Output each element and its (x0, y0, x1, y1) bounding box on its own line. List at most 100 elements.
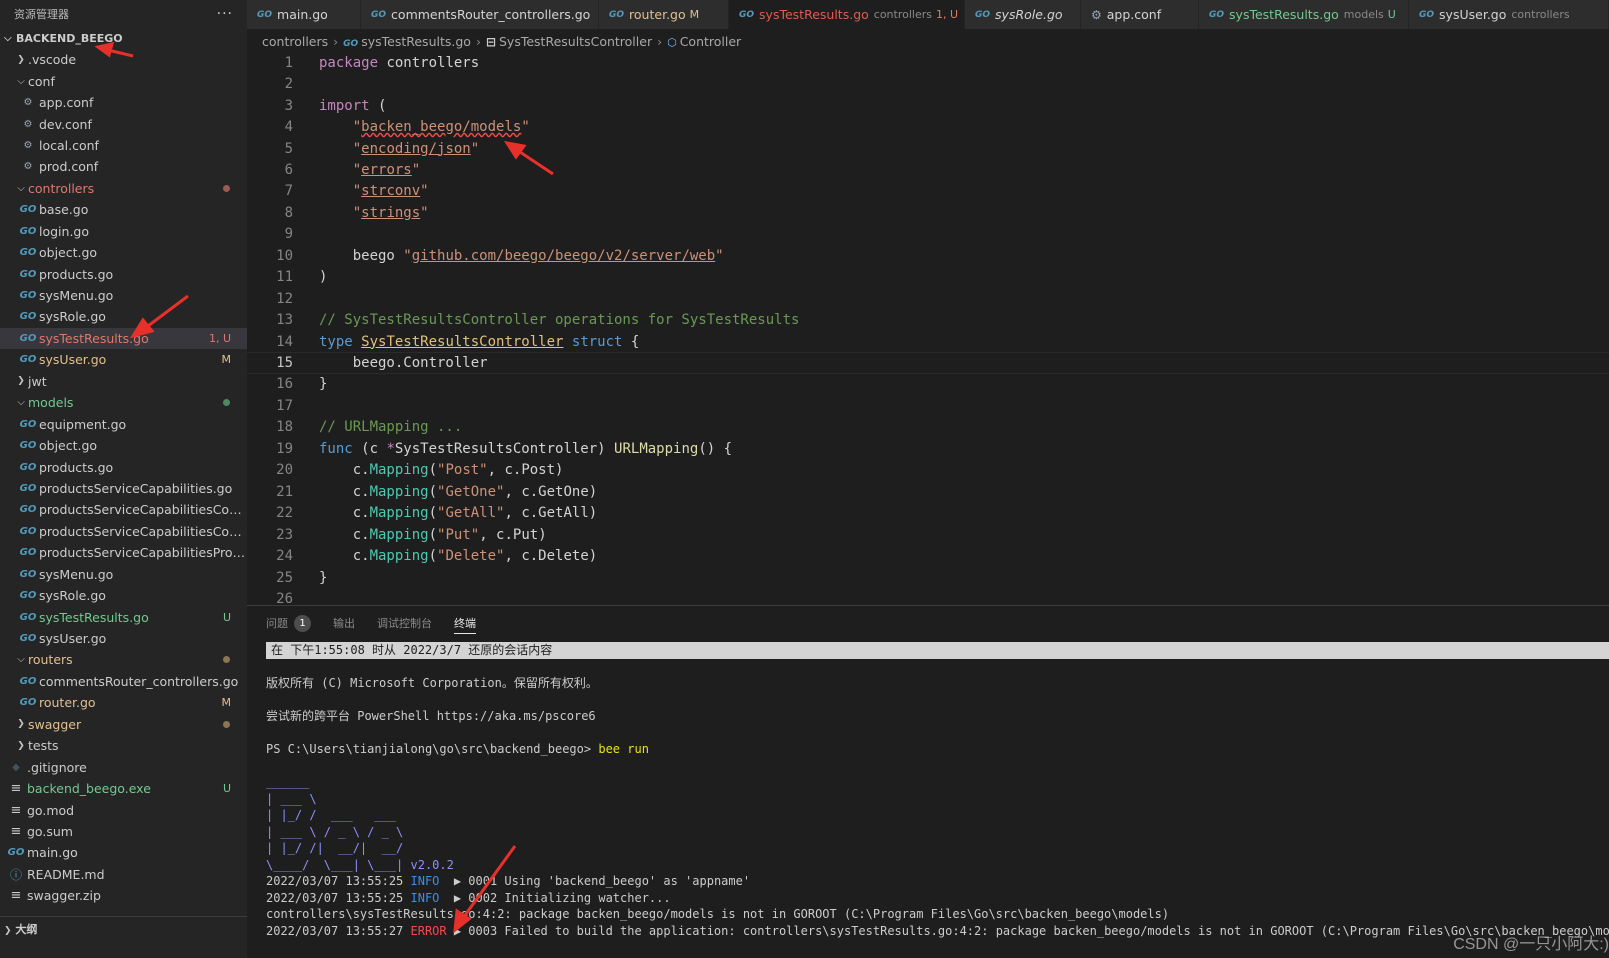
tree-item[interactable]: GO router.go M (0, 692, 247, 713)
panel-tab[interactable]: 终端 (454, 612, 476, 634)
code-line[interactable]: 9 (247, 224, 1609, 245)
chevron-right-icon: › (475, 33, 481, 49)
tree-item[interactable]: GO login.go (0, 221, 247, 242)
breadcrumb-item[interactable]: ⬡ Controller (667, 34, 741, 49)
code-line[interactable]: 20 c.Mapping("Post", c.Post) (247, 460, 1609, 481)
code-line[interactable]: 15 beego.Controller (247, 352, 1609, 374)
code-line[interactable]: 19 func (c *SysTestResultsController) URL… (247, 438, 1609, 459)
tree-item[interactable]: GO base.go (0, 199, 247, 220)
go-icon: GO (19, 290, 37, 302)
tree-item[interactable]: ❯ .vscode (0, 49, 247, 70)
tree-item[interactable]: GO commentsRouter_controllers.go (0, 671, 247, 692)
tree-item[interactable]: ⓘ README.md (0, 864, 247, 885)
terminal-line: | ___ \ (266, 791, 1609, 808)
breadcrumb-item[interactable]: ⊟ SysTestResultsController (486, 34, 652, 49)
tree-item[interactable]: ⚙ app.conf (0, 92, 247, 113)
code-line[interactable]: 6 "errors" (247, 159, 1609, 180)
tree-item[interactable]: ⌵ routers (0, 649, 247, 670)
tree-item[interactable]: ⌵ controllers (0, 178, 247, 199)
tree-item[interactable]: ⚙ prod.conf (0, 156, 247, 177)
tree-item[interactable]: GO sysUser.go (0, 628, 247, 649)
code-line[interactable]: 8 "strings" (247, 202, 1609, 223)
tree-item[interactable]: GO products.go (0, 263, 247, 284)
tree-item-label: sysTestResults.go (39, 609, 149, 625)
tree-item[interactable]: GO sysMenu.go (0, 285, 247, 306)
code-line[interactable]: 26 (247, 588, 1609, 605)
panel-tab[interactable]: 调试控制台 (377, 606, 432, 640)
tree-item[interactable]: GO sysTestResults.go 1, U (0, 327, 247, 350)
code-line[interactable]: 23 c.Mapping("Put", c.Put) (247, 524, 1609, 545)
tree-item[interactable]: GO sysRole.go (0, 585, 247, 606)
tree-item[interactable]: ≡ go.mod (0, 799, 247, 820)
tree-item[interactable]: GO sysMenu.go (0, 564, 247, 585)
tab-label: sysTestResults.go (1229, 7, 1339, 22)
editor-tab[interactable]: GO main.go (247, 0, 361, 29)
breadcrumb-item[interactable]: controllers (262, 34, 328, 49)
line-code: c.Mapping("Delete", c.Delete) (319, 548, 598, 565)
tree-item[interactable]: ❯ jwt (0, 371, 247, 392)
tree-item[interactable]: ⚙ local.conf (0, 135, 247, 156)
tree-item-label: prod.conf (39, 159, 99, 175)
tree-item[interactable]: GO equipment.go (0, 413, 247, 434)
tree-item[interactable]: ❯ tests (0, 735, 247, 756)
code-line[interactable]: 4 "backen_beego/models" (247, 116, 1609, 137)
tree-item[interactable]: GO products.go (0, 456, 247, 477)
code-line[interactable]: 25} (247, 567, 1609, 588)
editor-tab[interactable]: GOsysTestResults.gocontrollers1, U✕ (729, 0, 978, 29)
tree-item[interactable]: ⌵ conf (0, 70, 247, 91)
code-line[interactable]: 18 // URLMapping ... (247, 417, 1609, 438)
tree-item[interactable]: GOproductsServiceCapabilitiesComma... (0, 521, 247, 542)
code-line[interactable]: 21 c.Mapping("GetOne", c.GetOne) (247, 481, 1609, 502)
tree-item[interactable]: ≡ backend_beego.exe U (0, 778, 247, 799)
editor-tab[interactable]: GO router.go M (599, 0, 729, 29)
editor-tab[interactable]: GO sysTestResults.go models U (1199, 0, 1409, 29)
code-line[interactable]: 14 type SysTestResultsController struct { (247, 331, 1609, 352)
code-line[interactable]: 22 c.Mapping("GetAll", c.GetAll) (247, 502, 1609, 523)
problems-count-badge: 1 (294, 614, 311, 632)
code-line[interactable]: 3 import ( (247, 95, 1609, 116)
code-line[interactable]: 7 "strconv" (247, 181, 1609, 202)
editor-tab[interactable]: GO sysUser.go controllers (1409, 0, 1609, 29)
terminal[interactable]: 在 下午1:55:08 时从 2022/3/7 还原的会话内容 版权所有 (C) … (266, 642, 1609, 939)
code-line[interactable]: 12 (247, 288, 1609, 309)
workspace-root-folder[interactable]: ⌵ BACKEND_BEEGO (0, 28, 247, 49)
code-line[interactable]: 2 (247, 73, 1609, 94)
tree-item[interactable]: ⌵ models (0, 392, 247, 413)
tree-item[interactable]: GO sysRole.go (0, 306, 247, 327)
tree-item[interactable]: GO sysTestResults.go U (0, 606, 247, 627)
tree-item[interactable]: ◆ .gitignore (0, 756, 247, 777)
tree-item[interactable]: ⚙ dev.conf (0, 113, 247, 134)
tree-item[interactable]: GOproductsServiceCapabilitiesProperti... (0, 542, 247, 563)
tree-item[interactable]: GO object.go (0, 435, 247, 456)
code-line[interactable]: 17 (247, 395, 1609, 416)
more-actions-icon[interactable]: ··· (217, 6, 233, 22)
tree-item[interactable]: GO sysUser.go M (0, 349, 247, 370)
code-line[interactable]: 5 "encoding/json" (247, 138, 1609, 159)
tree-item[interactable]: ❯ swagger (0, 714, 247, 735)
code-line[interactable]: 10 beego "github.com/beego/beego/v2/serv… (247, 245, 1609, 266)
code-editor[interactable]: 1 package controllers 2 3 import (4 "backen_… (247, 52, 1609, 605)
breadcrumb-item[interactable]: GO sysTestResults.go (343, 34, 471, 49)
terminal-text: \____/ \___| \___| v2.0.2 (266, 857, 454, 872)
code-line[interactable]: 1 package controllers (247, 52, 1609, 73)
tree-item[interactable]: GO main.go (0, 842, 247, 863)
editor-tab[interactable]: GO sysRole.go (965, 0, 1081, 29)
panel-tab[interactable]: 问题 1 (266, 606, 311, 640)
editor-tab[interactable]: GO commentsRouter_controllers.go (361, 0, 599, 29)
tree-item[interactable]: GOproductsServiceCapabilitiesComma... (0, 499, 247, 520)
git-status-badge: M (221, 353, 232, 367)
panel-tab[interactable]: 输出 (333, 606, 355, 640)
tree-item[interactable]: GO object.go (0, 242, 247, 263)
code-line[interactable]: 11) (247, 267, 1609, 288)
line-number: 15 (276, 355, 293, 372)
tree-item[interactable]: ≡ swagger.zip (0, 885, 247, 906)
code-line[interactable]: 13 // SysTestResultsController operations… (247, 309, 1609, 330)
line-number: 12 (276, 290, 293, 307)
code-line[interactable]: 24 c.Mapping("Delete", c.Delete) (247, 545, 1609, 566)
tree-item[interactable]: GO productsServiceCapabilities.go (0, 478, 247, 499)
outline-section[interactable]: ❯ 大纲 (0, 916, 247, 958)
code-line[interactable]: 16} (247, 374, 1609, 395)
tree-item[interactable]: ≡ go.sum (0, 821, 247, 842)
line-number: 7 (284, 183, 293, 200)
editor-tab[interactable]: ⚙ app.conf (1081, 0, 1199, 29)
